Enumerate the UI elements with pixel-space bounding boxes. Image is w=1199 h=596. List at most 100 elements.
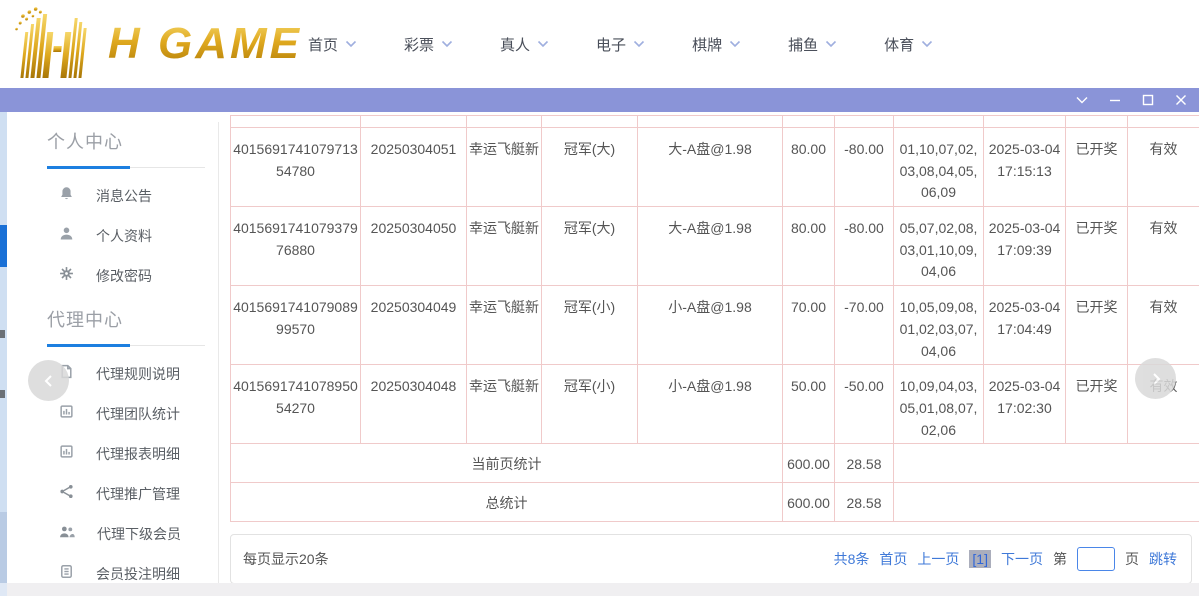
background-steel-block bbox=[0, 512, 7, 583]
cell-order_id: 401569174107895054270 bbox=[231, 365, 361, 444]
nav-item-slots[interactable]: 电子 bbox=[596, 34, 645, 55]
cell-profit: -70.00 bbox=[835, 286, 894, 365]
background-mark bbox=[0, 390, 5, 398]
maximize-button[interactable] bbox=[1140, 92, 1156, 108]
next-page-link[interactable]: 下一页 bbox=[1001, 549, 1043, 569]
sidebar-item[interactable]: 代理团队统计 bbox=[47, 394, 218, 434]
summary-label: 当前页统计 bbox=[231, 444, 783, 483]
agent-center-modal: 个人中心消息公告个人资料修改密码代理中心代理规则说明代理团队统计代理报表明细代理… bbox=[7, 112, 1199, 583]
cell-status: 已开奖 bbox=[1066, 128, 1128, 207]
brand-logo[interactable]: H GAME bbox=[10, 6, 302, 82]
table-row: 40156917410793797688020250304050幸运飞艇新冠军(… bbox=[231, 207, 1199, 286]
summary-amount: 600.00 bbox=[783, 483, 835, 522]
sidebar-item[interactable]: 代理推广管理 bbox=[47, 474, 218, 514]
cell-amount: 80.00 bbox=[783, 128, 835, 207]
cell-bet_type: 冠军(大) bbox=[542, 207, 638, 286]
nav-item-fishing[interactable]: 捕鱼 bbox=[788, 34, 837, 55]
minimize-button[interactable] bbox=[1107, 92, 1123, 108]
sidebar-collapse-button[interactable] bbox=[28, 360, 69, 401]
chevron-down-button[interactable] bbox=[1074, 92, 1090, 108]
cell-valid: 有效 bbox=[1128, 207, 1199, 286]
sidebar-item-label: 会员投注明细 bbox=[96, 564, 180, 584]
sidebar-item[interactable]: 消息公告 bbox=[47, 176, 218, 216]
chevron-left-icon bbox=[42, 374, 56, 388]
cell-profit: -80.00 bbox=[835, 128, 894, 207]
background-blue-block bbox=[0, 225, 7, 267]
chevron-down-icon bbox=[537, 40, 549, 48]
bet-records-panel: 40156917410797135478020250304051幸运飞艇新冠军(… bbox=[230, 115, 1199, 584]
nav-item-home[interactable]: 首页 bbox=[308, 34, 357, 55]
logo-text: H GAME bbox=[108, 19, 302, 69]
sidebar-item[interactable]: 代理规则说明 bbox=[47, 354, 218, 394]
top-header: H GAME 首页 彩票 真人 电子 棋牌 捕鱼 体育 bbox=[0, 0, 1199, 88]
nav-item-lottery[interactable]: 彩票 bbox=[404, 34, 453, 55]
user-icon bbox=[59, 226, 74, 246]
sidebar-divider bbox=[218, 122, 219, 583]
page-summary-row: 当前页统计600.0028.58 bbox=[231, 444, 1199, 483]
sidebar-item[interactable]: 代理下级会员 bbox=[47, 514, 218, 554]
summary-empty bbox=[894, 483, 1199, 522]
bottom-corner bbox=[0, 583, 7, 596]
cell-game: 幸运飞艇新 bbox=[467, 286, 542, 365]
cell-period: 20250304050 bbox=[361, 207, 467, 286]
cell-valid: 有效 bbox=[1128, 286, 1199, 365]
cell-bet_type: 冠军(大) bbox=[542, 128, 638, 207]
gear-icon bbox=[59, 266, 74, 286]
table-cell bbox=[638, 116, 783, 128]
cell-game: 幸运飞艇新 bbox=[467, 128, 542, 207]
table-cell bbox=[542, 116, 638, 128]
table-cell bbox=[467, 116, 542, 128]
main-nav: 首页 彩票 真人 电子 棋牌 捕鱼 体育 bbox=[308, 0, 933, 88]
cell-order_id: 401569174107937976880 bbox=[231, 207, 361, 286]
table-cell bbox=[1128, 116, 1199, 128]
cell-amount: 80.00 bbox=[783, 207, 835, 286]
table-cell bbox=[783, 116, 835, 128]
sidebar-item-label: 个人资料 bbox=[96, 226, 152, 246]
cell-profit: -80.00 bbox=[835, 207, 894, 286]
cell-period: 20250304051 bbox=[361, 128, 467, 207]
sidebar-item-label: 代理下级会员 bbox=[97, 524, 181, 544]
sidebar-item[interactable]: 代理报表明细 bbox=[47, 434, 218, 474]
pager: 共8条 首页 上一页 [1] 下一页 第 页 跳转 bbox=[834, 547, 1177, 571]
logo-bars-icon bbox=[10, 6, 114, 82]
table-cell bbox=[361, 116, 467, 128]
nav-item-label: 体育 bbox=[884, 34, 914, 55]
chevron-down-icon bbox=[633, 40, 645, 48]
cell-order_id: 401569174107908999570 bbox=[231, 286, 361, 365]
table-cell bbox=[231, 116, 361, 128]
sidebar-item-label: 代理规则说明 bbox=[96, 364, 180, 384]
cell-time: 2025-03-04 17:02:30 bbox=[984, 365, 1066, 444]
page-jump-input[interactable] bbox=[1077, 547, 1115, 571]
chevron-right-icon bbox=[1149, 372, 1163, 386]
table-cell bbox=[1066, 116, 1128, 128]
nav-item-label: 首页 bbox=[308, 34, 338, 55]
jump-button[interactable]: 跳转 bbox=[1149, 549, 1177, 569]
prev-page-link[interactable]: 上一页 bbox=[917, 549, 959, 569]
sidebar-section-title: 个人中心 bbox=[47, 128, 218, 154]
cell-period: 20250304048 bbox=[361, 365, 467, 444]
cell-content: 大-A盘@1.98 bbox=[638, 207, 783, 286]
bell-icon bbox=[59, 186, 74, 206]
cell-result: 01,10,07,02,03,08,04,05,06,09 bbox=[894, 128, 984, 207]
list-icon bbox=[59, 564, 74, 584]
first-page-link[interactable]: 首页 bbox=[879, 549, 907, 569]
nav-item-live[interactable]: 真人 bbox=[500, 34, 549, 55]
sidebar-section-title: 代理中心 bbox=[47, 306, 218, 332]
cell-bet_type: 冠军(小) bbox=[542, 286, 638, 365]
nav-item-sports[interactable]: 体育 bbox=[884, 34, 933, 55]
cell-result: 10,05,09,08,01,02,03,07,04,06 bbox=[894, 286, 984, 365]
sidebar-item[interactable]: 个人资料 bbox=[47, 216, 218, 256]
cell-valid: 有效 bbox=[1128, 128, 1199, 207]
nav-item-cards[interactable]: 棋牌 bbox=[692, 34, 741, 55]
bottom-strip bbox=[0, 583, 1199, 596]
close-button[interactable] bbox=[1173, 92, 1189, 108]
table-cell bbox=[894, 116, 984, 128]
current-page-badge: [1] bbox=[969, 550, 991, 568]
table-cell bbox=[984, 116, 1066, 128]
total-summary-row: 总统计600.0028.58 bbox=[231, 483, 1199, 522]
summary-label: 总统计 bbox=[231, 483, 783, 522]
cell-content: 小-A盘@1.98 bbox=[638, 365, 783, 444]
sidebar-item[interactable]: 修改密码 bbox=[47, 256, 218, 296]
section-underline bbox=[47, 345, 205, 346]
scroll-right-button[interactable] bbox=[1135, 358, 1176, 399]
